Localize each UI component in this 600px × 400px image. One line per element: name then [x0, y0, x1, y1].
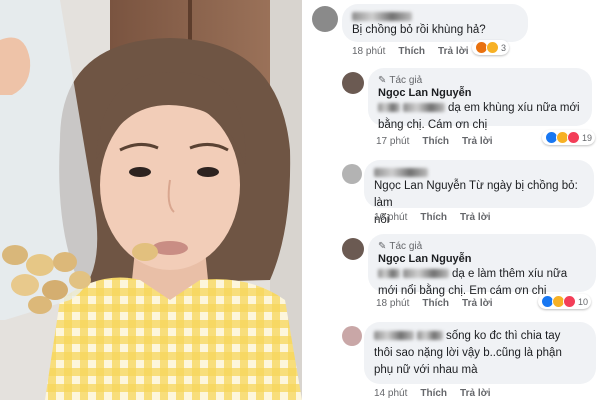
pencil-icon: ✎: [378, 74, 387, 86]
comment-text: dạ em khùng xíu nữa mới: [378, 100, 582, 117]
comment-5: sống ko đc thì chia tay thôi sao nặng lờ…: [302, 320, 600, 400]
reaction-summary[interactable]: 10: [538, 294, 592, 309]
like-button[interactable]: Thích: [422, 136, 449, 147]
haha-icon: [486, 41, 499, 54]
comment-meta: 16 phút Thích Trả lời: [374, 212, 491, 223]
comment-meta: 18 phút Thích Trả lời: [352, 46, 469, 57]
comment-3: Ngọc Lan Nguyễn Từ ngày bị chồng bỏ: làm…: [302, 158, 600, 228]
comment-author[interactable]: [352, 10, 518, 22]
like-button[interactable]: Thích: [398, 46, 425, 57]
reply-button[interactable]: Trả lời: [462, 298, 492, 309]
reaction-count: 19: [582, 132, 593, 143]
comment-text: Bị chồng bỏ rồi khùng hả?: [352, 24, 486, 36]
comment-meta: 17 phút Thích Trả lời: [376, 136, 493, 147]
avatar[interactable]: [342, 164, 362, 184]
comment-meta: 14 phút Thích Trả lời: [374, 388, 491, 399]
comment-author[interactable]: Ngọc Lan Nguyễn: [378, 252, 586, 266]
like-button[interactable]: Thích: [420, 388, 447, 399]
reaction-summary[interactable]: 19: [542, 130, 596, 145]
pencil-icon: ✎: [378, 240, 387, 252]
author-badge: ✎ Tác giả: [378, 74, 423, 86]
comment-4: ✎ Tác giả Ngọc Lan Nguyễn dạ e làm thêm …: [302, 232, 600, 316]
reply-button[interactable]: Trả lời: [438, 46, 468, 57]
author-badge: ✎ Tác giả: [378, 240, 423, 252]
comment-time[interactable]: 17 phút: [376, 136, 409, 147]
like-button[interactable]: Thích: [422, 298, 449, 309]
comment-meta: 18 phút Thích Trả lời: [376, 298, 493, 309]
comment-text: Ngọc Lan Nguyễn Từ ngày bị chồng bỏ: làm: [374, 180, 578, 209]
avatar[interactable]: [342, 238, 364, 260]
comment-text: dạ e làm thêm xíu nữa: [378, 266, 586, 283]
love-icon: [567, 131, 580, 144]
reaction-summary[interactable]: 3: [472, 40, 510, 55]
reaction-count: 3: [501, 42, 507, 53]
avatar[interactable]: [312, 6, 338, 32]
comment-bubble: Ngọc Lan Nguyễn Từ ngày bị chồng bỏ: làm…: [364, 160, 594, 226]
comment-time[interactable]: 14 phút: [374, 388, 407, 399]
comment-2: ✎ Tác giả Ngọc Lan Nguyễn dạ em khùng xí…: [302, 66, 600, 150]
comment-text-2: thôi sao nặng lời vậy b..cũng là phận: [374, 347, 562, 359]
reply-button[interactable]: Trả lời: [460, 388, 490, 399]
selfie-photo: [0, 0, 302, 400]
comment-bubble: Bị chồng bỏ rồi khùng hả?: [342, 4, 528, 42]
comment-bubble: ✎ Tác giả Ngọc Lan Nguyễn dạ e làm thêm …: [368, 234, 596, 297]
reply-button[interactable]: Trả lời: [462, 136, 492, 147]
comment-bubble: sống ko đc thì chia tay thôi sao nặng lờ…: [364, 322, 596, 384]
comment-author[interactable]: [374, 166, 584, 178]
comment-text: sống ko đc thì chia tay: [374, 328, 586, 345]
comment-bubble: ✎ Tác giả Ngọc Lan Nguyễn dạ em khùng xí…: [368, 68, 592, 131]
comment-time[interactable]: 18 phút: [352, 46, 385, 57]
avatar[interactable]: [342, 72, 364, 94]
comment-author[interactable]: Ngọc Lan Nguyễn: [378, 86, 582, 100]
like-button[interactable]: Thích: [420, 212, 447, 223]
reply-button[interactable]: Trả lời: [460, 212, 490, 223]
comment-text-3: phụ nữ với nhau mà: [374, 364, 478, 376]
comment-thread: Bị chồng bỏ rồi khùng hả? 3 18 phút Thíc…: [302, 0, 600, 400]
comment-time[interactable]: 18 phút: [376, 298, 409, 309]
reaction-count: 10: [578, 296, 589, 307]
comment-1: Bị chồng bỏ rồi khùng hả? 3 18 phút Thíc…: [302, 0, 600, 62]
love-icon: [563, 295, 576, 308]
comment-time[interactable]: 16 phút: [374, 212, 407, 223]
avatar[interactable]: [342, 326, 362, 346]
